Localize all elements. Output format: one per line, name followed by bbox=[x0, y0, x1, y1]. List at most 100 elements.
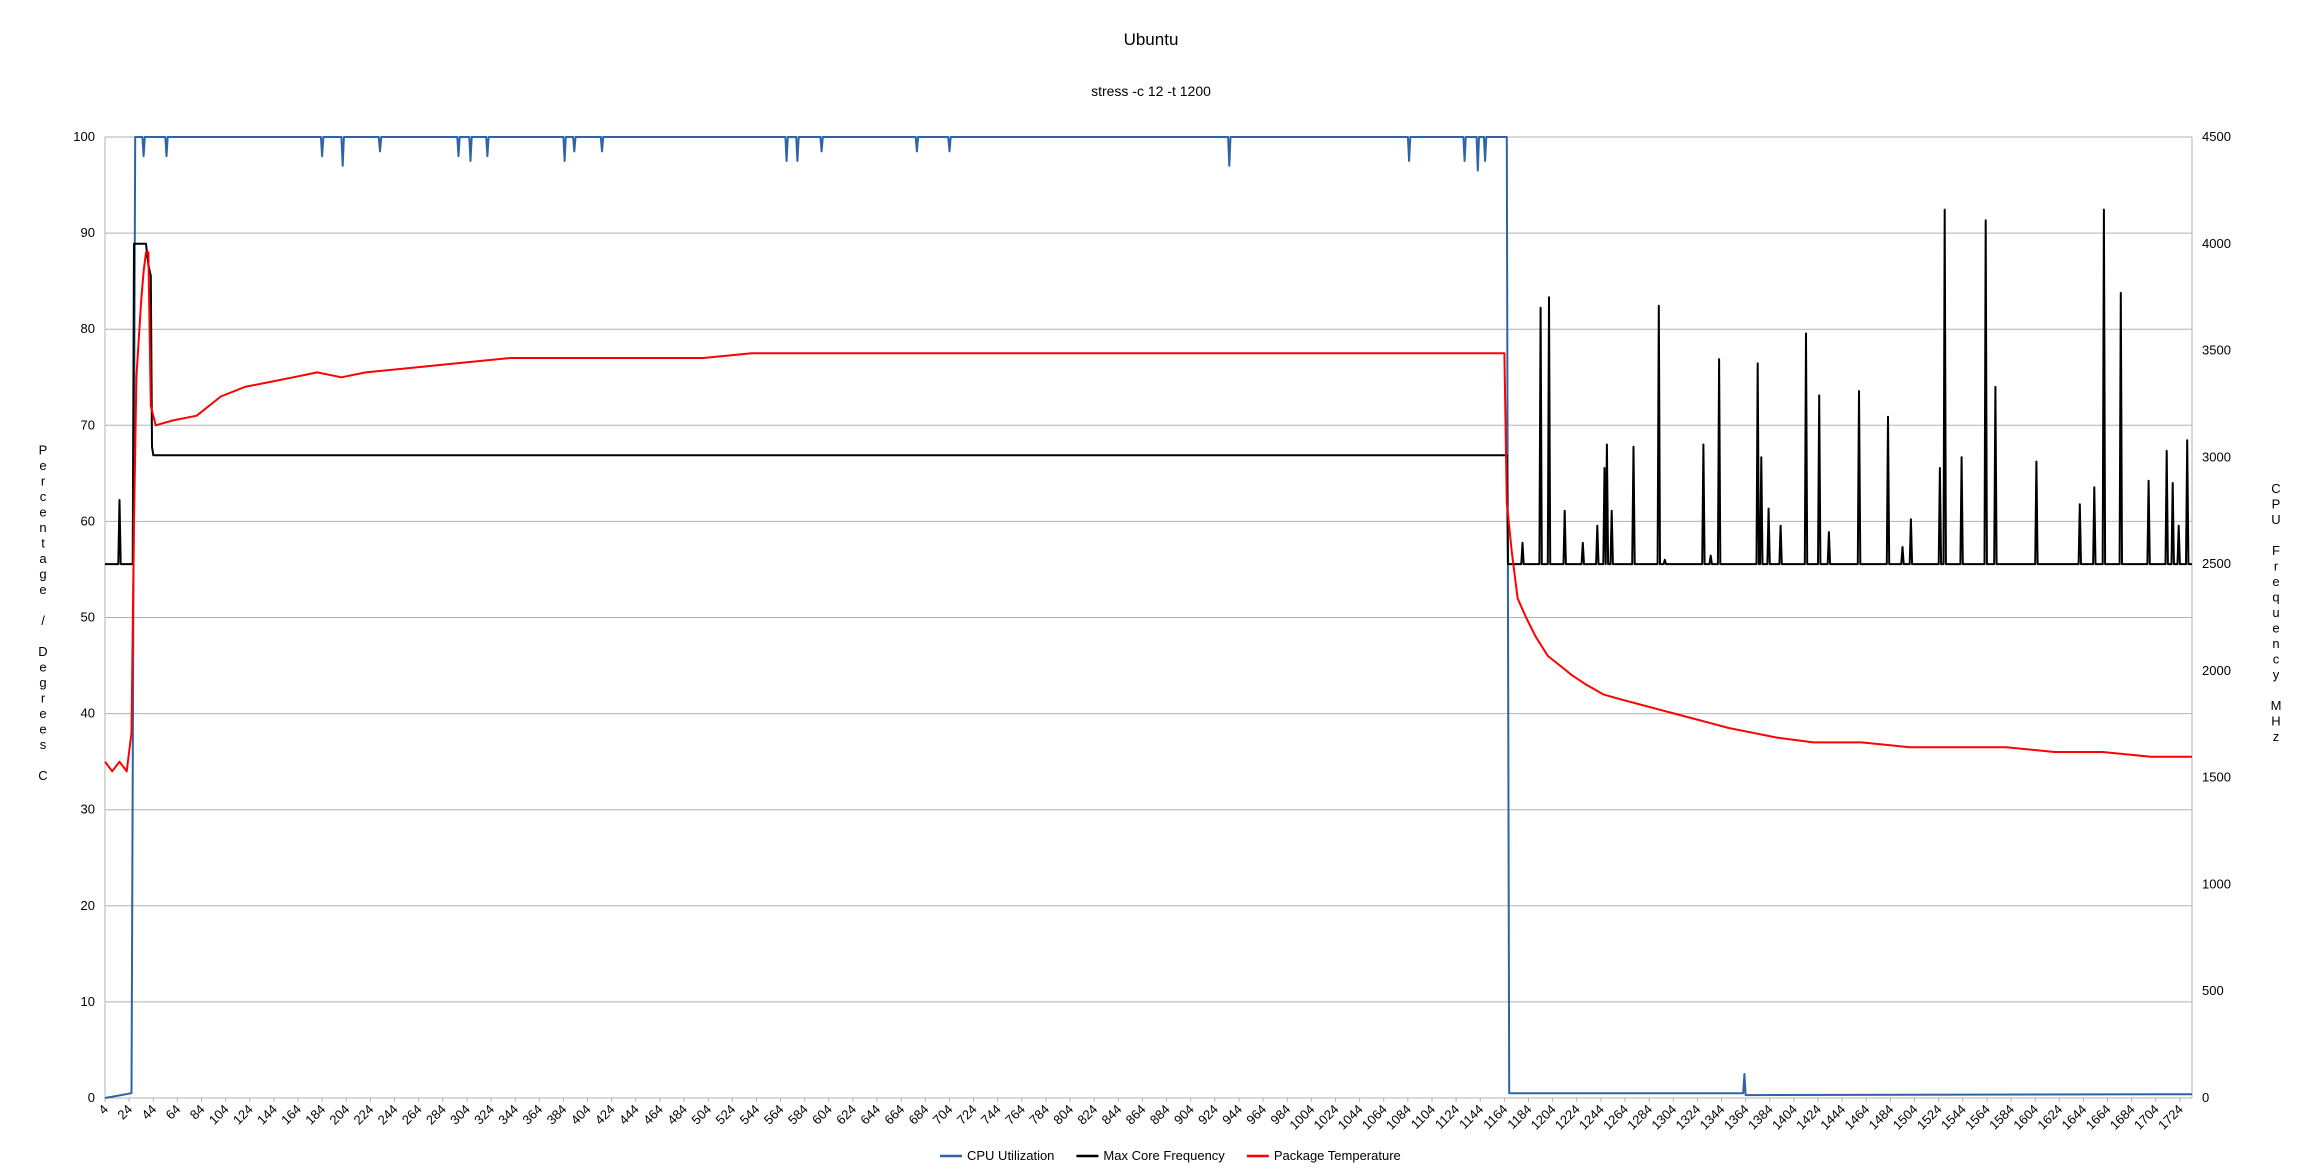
x-tick-label: 1364 bbox=[1721, 1102, 1752, 1133]
chart-title: Ubuntu bbox=[1124, 30, 1179, 49]
x-tick-label: 1124 bbox=[1432, 1102, 1462, 1132]
x-tick-label: 384 bbox=[544, 1102, 570, 1128]
x-tick-label: 1724 bbox=[2155, 1102, 2186, 1133]
y2-tick-label: 4000 bbox=[2202, 236, 2231, 251]
x-tick-label: 1464 bbox=[1841, 1102, 1872, 1133]
y2-tick-label: 1500 bbox=[2202, 770, 2231, 785]
x-tick-label: 884 bbox=[1147, 1102, 1173, 1128]
legend-label-1: Max Core Frequency bbox=[1103, 1148, 1225, 1163]
x-tick-label: 184 bbox=[302, 1102, 328, 1128]
x-tick-label: 844 bbox=[1099, 1102, 1125, 1128]
x-tick-label: 1284 bbox=[1624, 1102, 1655, 1133]
x-tick-label: 264 bbox=[399, 1102, 425, 1128]
x-tick-label: 484 bbox=[664, 1102, 690, 1128]
y-tick-label: 70 bbox=[81, 417, 95, 432]
x-tick-label: 224 bbox=[351, 1102, 377, 1128]
x-tick-label: 1424 bbox=[1793, 1102, 1824, 1133]
x-tick-label: 1244 bbox=[1576, 1102, 1607, 1133]
x-tick-label: 344 bbox=[495, 1102, 521, 1128]
chart: Ubuntu stress -c 12 -t 1200 0 10 20 304 0 50 6… bbox=[38, 30, 2281, 1163]
right-axis-ticks: 0 500 1000 1500 2000 2500 3000 3500 4000 4500 bbox=[2202, 129, 2231, 1105]
y-tick-label: 50 bbox=[81, 610, 95, 625]
y-tick-label: 90 bbox=[81, 225, 95, 240]
series-line-1 bbox=[105, 208, 2192, 566]
x-tick-label: 924 bbox=[1195, 1102, 1221, 1128]
x-tick-label: 704 bbox=[930, 1102, 956, 1128]
x-tick-label: 1584 bbox=[1986, 1102, 2017, 1133]
gridlines bbox=[104, 136, 2193, 1099]
x-tick-label: 644 bbox=[857, 1102, 883, 1128]
x-tick-label: 824 bbox=[1074, 1102, 1100, 1128]
legend-label-2: Package Temperature bbox=[1274, 1148, 1401, 1163]
x-tick-label: 24 bbox=[114, 1102, 135, 1123]
x-tick-label: 764 bbox=[1002, 1102, 1028, 1128]
y2-tick-label: 2000 bbox=[2202, 663, 2231, 678]
x-tick-label: 904 bbox=[1171, 1102, 1197, 1128]
x-tick-label: 364 bbox=[519, 1102, 545, 1128]
x-tick-label: 1164 bbox=[1480, 1102, 1510, 1132]
x-tick-label: 624 bbox=[833, 1102, 859, 1128]
x-tick-label: 564 bbox=[761, 1102, 787, 1128]
x-tick-label: 244 bbox=[375, 1102, 401, 1128]
x-tick-label: 144 bbox=[254, 1102, 280, 1128]
x-tick-label: 784 bbox=[1026, 1102, 1052, 1128]
y-tick-label: 40 bbox=[81, 706, 95, 721]
x-tick-label: 1704 bbox=[2131, 1102, 2162, 1133]
x-tick-label: 1224 bbox=[1552, 1102, 1583, 1133]
x-tick-label: 124 bbox=[230, 1102, 256, 1128]
left-axis-ticks: 0 10 20 30 40 50 60 70 80 90 100 bbox=[73, 129, 95, 1105]
y2-tick-label: 3500 bbox=[2202, 343, 2231, 358]
x-tick-label: 1144 bbox=[1456, 1102, 1486, 1132]
x-tick-label: 324 bbox=[471, 1102, 497, 1128]
x-tick-label: 864 bbox=[1123, 1102, 1149, 1128]
x-tick-label: 1384 bbox=[1745, 1102, 1776, 1133]
x-tick-label: 804 bbox=[1050, 1102, 1076, 1128]
x-tick-label: 964 bbox=[1243, 1102, 1269, 1128]
x-axis-ticks: 4 24 44 64 841041241441641842042242442642843… bbox=[95, 1098, 2186, 1133]
x-tick-label: 1504 bbox=[1890, 1102, 1921, 1133]
x-tick-label: 544 bbox=[737, 1102, 763, 1128]
x-tick-label: 4 bbox=[95, 1102, 111, 1118]
x-tick-label: 1644 bbox=[2058, 1102, 2089, 1133]
x-tick-label: 1204 bbox=[1528, 1102, 1559, 1133]
x-tick-label: 664 bbox=[881, 1102, 907, 1128]
x-tick-label: 444 bbox=[616, 1102, 642, 1128]
x-tick-label: 284 bbox=[423, 1102, 449, 1128]
x-tick-label: 1024 bbox=[1311, 1102, 1342, 1133]
x-tick-label: 164 bbox=[278, 1102, 304, 1128]
x-tick-label: 1544 bbox=[1938, 1102, 1969, 1133]
x-tick-label: 204 bbox=[326, 1102, 352, 1128]
y2-tick-label: 0 bbox=[2202, 1090, 2209, 1105]
x-tick-label: 524 bbox=[712, 1102, 738, 1128]
x-tick-label: 1404 bbox=[1769, 1102, 1800, 1133]
x-tick-label: 44 bbox=[139, 1102, 160, 1123]
x-tick-label: 464 bbox=[640, 1102, 666, 1128]
x-tick-label: 604 bbox=[809, 1102, 835, 1128]
x-tick-label: 84 bbox=[187, 1102, 208, 1123]
y2-tick-label: 4500 bbox=[2202, 129, 2231, 144]
x-tick-label: 1444 bbox=[1817, 1102, 1848, 1133]
y-tick-label: 80 bbox=[81, 321, 95, 336]
y-tick-label: 10 bbox=[81, 994, 95, 1009]
x-tick-label: 1484 bbox=[1865, 1102, 1896, 1133]
x-tick-label: 64 bbox=[163, 1102, 184, 1123]
x-tick-label: 1324 bbox=[1672, 1102, 1703, 1133]
x-tick-label: 404 bbox=[568, 1102, 594, 1128]
x-tick-label: 504 bbox=[688, 1102, 714, 1128]
y-tick-label: 100 bbox=[73, 129, 95, 144]
x-tick-label: 304 bbox=[447, 1102, 473, 1128]
y2-tick-label: 3000 bbox=[2202, 449, 2231, 464]
x-tick-label: 1004 bbox=[1286, 1102, 1317, 1133]
y-tick-label: 60 bbox=[81, 513, 95, 528]
x-tick-label: 1304 bbox=[1648, 1102, 1679, 1133]
chart-subtitle: stress -c 12 -t 1200 bbox=[1091, 83, 1211, 99]
x-tick-label: 424 bbox=[592, 1102, 618, 1128]
x-tick-label: 1104 bbox=[1408, 1102, 1438, 1132]
x-tick-label: 1044 bbox=[1335, 1102, 1366, 1133]
x-tick-label: 1084 bbox=[1383, 1102, 1414, 1133]
x-tick-label: 1684 bbox=[2107, 1102, 2138, 1133]
y-tick-label: 0 bbox=[88, 1090, 95, 1105]
y2-tick-label: 2500 bbox=[2202, 556, 2231, 571]
y-tick-label: 20 bbox=[81, 898, 95, 913]
y2-tick-label: 1000 bbox=[2202, 876, 2231, 891]
